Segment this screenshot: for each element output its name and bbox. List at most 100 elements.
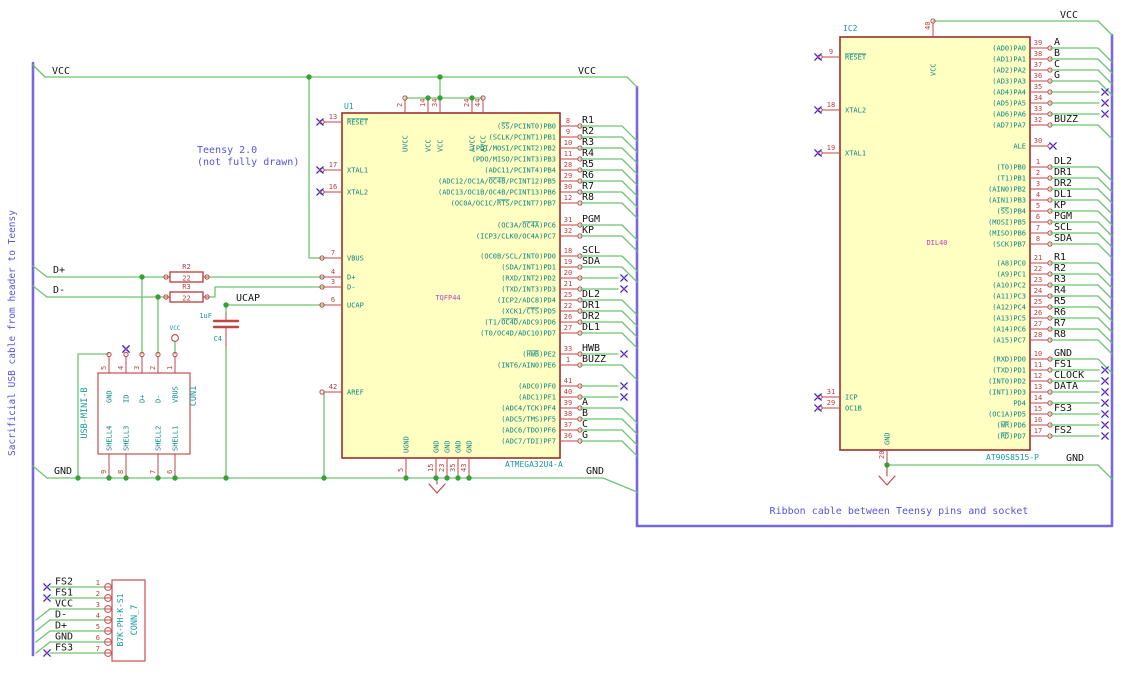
- wire: [579, 440, 638, 457]
- pin-number: 28: [564, 161, 572, 169]
- pin-number: 3: [96, 601, 100, 609]
- net-label-SCL: SCL: [1054, 222, 1072, 233]
- pin-number: 8: [117, 470, 125, 474]
- pin-number: 40: [924, 22, 932, 30]
- pin-number: 22: [1034, 265, 1042, 273]
- pin-number: 33: [564, 345, 572, 353]
- wire: [579, 364, 638, 381]
- pin-number: 2: [396, 103, 404, 107]
- no-connect-dot: [1051, 144, 1055, 148]
- pin-name: GND: [106, 390, 114, 403]
- pin-number: 6: [166, 470, 174, 474]
- junction-dot: [884, 462, 890, 468]
- net-label-BUZZ: BUZZ: [1054, 114, 1078, 125]
- pin-name: (T1)PB1: [996, 175, 1026, 183]
- wire: [1097, 20, 1113, 36]
- pin-number: 42: [329, 383, 337, 391]
- net-label-GND: GND: [1054, 348, 1072, 359]
- wire: [32, 465, 48, 479]
- wire: [32, 285, 48, 298]
- wire: [32, 64, 46, 78]
- no-connect-dot: [124, 347, 128, 351]
- net-label-SDA: SDA: [582, 256, 600, 267]
- net-label-FS2: FS2: [55, 577, 73, 588]
- no-connect-dot: [622, 395, 626, 399]
- pin-number: 13: [1034, 383, 1042, 391]
- pin-number: 5: [96, 623, 100, 631]
- junction-dot: [444, 475, 450, 481]
- pin-name: SHELL3: [123, 426, 131, 451]
- pin-number: 6: [1036, 213, 1040, 221]
- pin-number: 9: [100, 470, 108, 474]
- pin-name: ID: [123, 395, 131, 403]
- net-label-SCL: SCL: [582, 245, 600, 256]
- net-label-BUZZ: BUZZ: [582, 354, 606, 365]
- junction-dot: [172, 475, 178, 481]
- pin-name: (INT6/AIN0)PE6: [497, 362, 556, 370]
- resistor-ref: R2: [182, 263, 190, 271]
- pin-number: 23: [1034, 276, 1042, 284]
- pin-number: 8: [1036, 235, 1040, 243]
- wire: [1049, 124, 1113, 140]
- pin-name: AVCC: [480, 135, 488, 152]
- vcc-power-label: VCC: [170, 325, 181, 332]
- pin-name: (OC1A)PD5: [988, 411, 1026, 419]
- net-label-G: G: [1054, 70, 1060, 81]
- pin-number: 12: [564, 194, 572, 202]
- wire: [32, 265, 48, 278]
- net-label-B: B: [582, 408, 588, 419]
- junction-dot: [437, 95, 443, 101]
- net-label-R5: R5: [1054, 296, 1066, 307]
- no-connect-dot: [816, 108, 820, 112]
- net-label-FS1: FS1: [55, 588, 73, 599]
- net-label-DR1: DR1: [1054, 167, 1072, 178]
- pin-number: 36: [564, 432, 572, 440]
- pin-name: (RXD)PD0: [992, 356, 1026, 364]
- net-label-R3: R3: [582, 137, 594, 148]
- pin-number: 40: [564, 388, 572, 396]
- pin-number: 18: [827, 101, 835, 109]
- schematic-page: U1 ATMEGA32U4-A TQFP44 13 RESET 17 XTAL1 16 XTAL…: [0, 0, 1131, 690]
- pin-number: 32: [564, 227, 572, 235]
- pin-number: 20: [564, 269, 572, 277]
- pin-name: (PDO/MISO/PCINT3)PB3: [472, 156, 556, 164]
- pin-number: 35: [1034, 83, 1042, 91]
- net-label-UCAP: UCAP: [236, 293, 260, 304]
- pin-number: 3: [133, 366, 141, 370]
- pin-name: (OC3A/OC4A)PC6: [497, 222, 556, 230]
- no-connect-dot: [1103, 390, 1107, 394]
- pin-name: UGND: [403, 436, 411, 453]
- net-label-DL1: DL1: [582, 322, 600, 333]
- junction-dot: [403, 475, 409, 481]
- wire: [35, 619, 51, 632]
- pin-number: 1: [566, 356, 570, 364]
- pin-number: 25: [1034, 298, 1042, 306]
- pin-number: 3: [331, 278, 335, 286]
- pin-number: 27: [1034, 320, 1042, 328]
- pin-name: (A14)PC6: [992, 326, 1026, 334]
- pin-name: (MISO)PB6: [988, 230, 1026, 238]
- net-label-R2: R2: [582, 126, 594, 137]
- pin-name: VBUS: [347, 255, 364, 263]
- no-connect-dot: [816, 406, 820, 410]
- no-connect-dot: [45, 651, 49, 655]
- net-label-GND: GND: [55, 632, 73, 643]
- pin-number: 23: [438, 464, 446, 472]
- no-connect-dot: [318, 190, 322, 194]
- net-label-R1: R1: [1054, 252, 1066, 263]
- pin-name: SHELL4: [106, 426, 114, 451]
- ic-package-u1: TQFP44: [435, 294, 460, 302]
- no-connect-dot: [1103, 101, 1107, 105]
- wire: [579, 407, 638, 424]
- pin-name: (AD1)PA1: [992, 56, 1026, 64]
- junction-dot: [139, 274, 145, 280]
- pin-name: (MOSI)PB5: [988, 219, 1026, 227]
- no-connect-dot: [1103, 401, 1107, 405]
- pin-number: 1: [1036, 158, 1040, 166]
- net-label-FS2: FS2: [1054, 425, 1072, 436]
- capacitor-ref: C4: [214, 335, 222, 343]
- pin-name: (AD2)PA2: [992, 67, 1026, 75]
- pin-name: ICP: [845, 394, 858, 402]
- no-connect-dot: [1103, 412, 1107, 416]
- net-label-FS3: FS3: [1054, 403, 1072, 414]
